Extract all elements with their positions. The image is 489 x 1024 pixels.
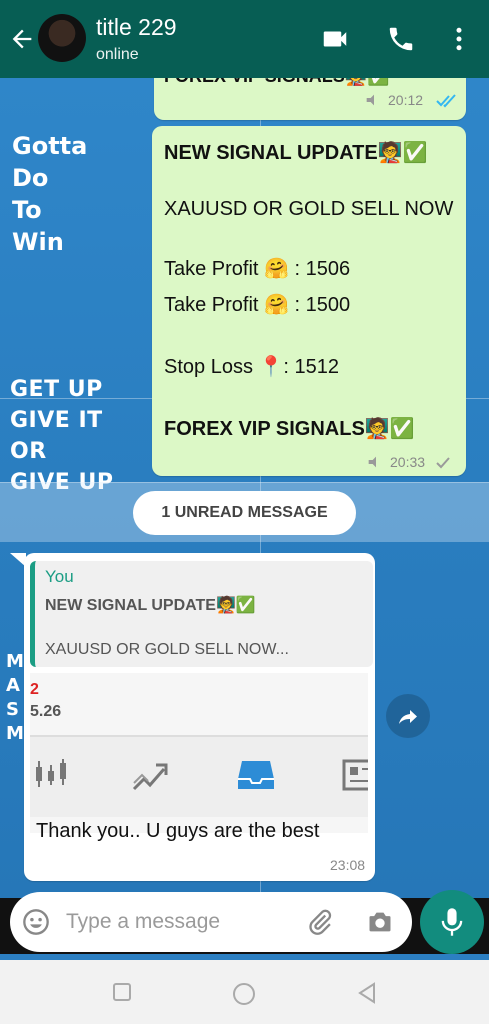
square-nav-icon[interactable] bbox=[112, 982, 132, 1002]
chat-title[interactable]: title 229 bbox=[96, 14, 177, 41]
phone-icon[interactable] bbox=[386, 24, 416, 54]
message-text: Thank you.. U guys are the best bbox=[36, 820, 320, 842]
avatar[interactable] bbox=[38, 14, 86, 62]
message-title: NEW SIGNAL UPDATE🧑‍🏫✅ bbox=[164, 142, 428, 164]
video-call-icon[interactable] bbox=[320, 24, 350, 54]
inbox-icon bbox=[238, 761, 274, 789]
app-toolbar-preview bbox=[30, 737, 368, 817]
preview-number: 5.26 bbox=[30, 703, 62, 720]
wallpaper-text: GET UP GIVE IT OR GIVE UP bbox=[10, 377, 114, 495]
message-time: 20:33 bbox=[390, 454, 426, 470]
message-bubble-incoming[interactable]: You NEW SIGNAL UPDATE🧑‍🏫✅ XAUUSD OR GOLD… bbox=[24, 553, 375, 881]
take-profit-2: Take Profit 🤗 : 1500 bbox=[164, 294, 351, 316]
take-profit-1: Take Profit 🤗 : 1506 bbox=[164, 258, 351, 280]
stop-loss: Stop Loss 📍: 1512 bbox=[164, 356, 340, 378]
message-bubble-outgoing[interactable]: NEW SIGNAL UPDATE🧑‍🏫✅ XAUUSD OR GOLD SEL… bbox=[152, 126, 466, 476]
quote-line: NEW SIGNAL UPDATE🧑‍🏫✅ bbox=[45, 597, 256, 614]
mic-icon bbox=[441, 908, 463, 936]
chat-header: title 229 online bbox=[0, 0, 489, 78]
candles-icon bbox=[36, 759, 66, 787]
mic-button[interactable] bbox=[420, 890, 484, 954]
message-footer: FOREX VIP SIGNALS🧑‍🏫✅ bbox=[164, 418, 415, 440]
chat-status: online bbox=[96, 46, 139, 63]
attach-icon[interactable] bbox=[306, 908, 334, 936]
read-ticks-icon bbox=[436, 94, 456, 108]
image-preview[interactable]: 2 5.26 bbox=[30, 673, 368, 833]
wallpaper-text: MA SM bbox=[6, 651, 24, 744]
forward-button[interactable] bbox=[386, 694, 430, 738]
preview-text: 2 bbox=[30, 681, 39, 698]
message-line: XAUUSD OR GOLD SELL NOW bbox=[164, 198, 454, 220]
wallpaper-text: Gotta Do To Win bbox=[12, 132, 88, 256]
message-placeholder: Type a message bbox=[66, 910, 221, 933]
camera-icon[interactable] bbox=[366, 908, 394, 936]
message-text: FOREX VIP SIGNALS🧑‍🏫✅ bbox=[164, 78, 390, 87]
unread-label: 1 UNREAD MESSAGE bbox=[133, 491, 356, 535]
emoji-icon[interactable] bbox=[22, 908, 50, 936]
quote-line: XAUUSD OR GOLD SELL NOW... bbox=[45, 641, 289, 658]
forwarded-icon bbox=[366, 94, 374, 106]
back-arrow-icon[interactable] bbox=[8, 24, 36, 54]
message-bubble-outgoing[interactable]: FOREX VIP SIGNALS🧑‍🏫✅ 20:12 bbox=[154, 78, 466, 120]
quote-author: You bbox=[45, 567, 74, 586]
forward-icon bbox=[399, 710, 417, 724]
message-time: 20:12 bbox=[388, 92, 424, 108]
sent-tick-icon bbox=[436, 457, 450, 469]
triangle-nav-icon[interactable] bbox=[356, 982, 378, 1004]
forwarded-icon bbox=[368, 456, 376, 468]
quoted-message[interactable]: You NEW SIGNAL UPDATE🧑‍🏫✅ XAUUSD OR GOLD… bbox=[30, 561, 373, 667]
trend-icon bbox=[132, 763, 168, 791]
system-nav-bar bbox=[0, 960, 489, 1024]
message-time: 23:08 bbox=[330, 857, 366, 873]
chat-area[interactable]: Gotta Do To Win GET UP GIVE IT OR GIVE UP MA… bbox=[0, 78, 489, 898]
more-vert-icon[interactable] bbox=[444, 24, 474, 54]
circle-nav-icon[interactable] bbox=[232, 982, 256, 1006]
news-icon bbox=[342, 759, 368, 791]
message-input[interactable]: Type a message bbox=[10, 892, 412, 952]
